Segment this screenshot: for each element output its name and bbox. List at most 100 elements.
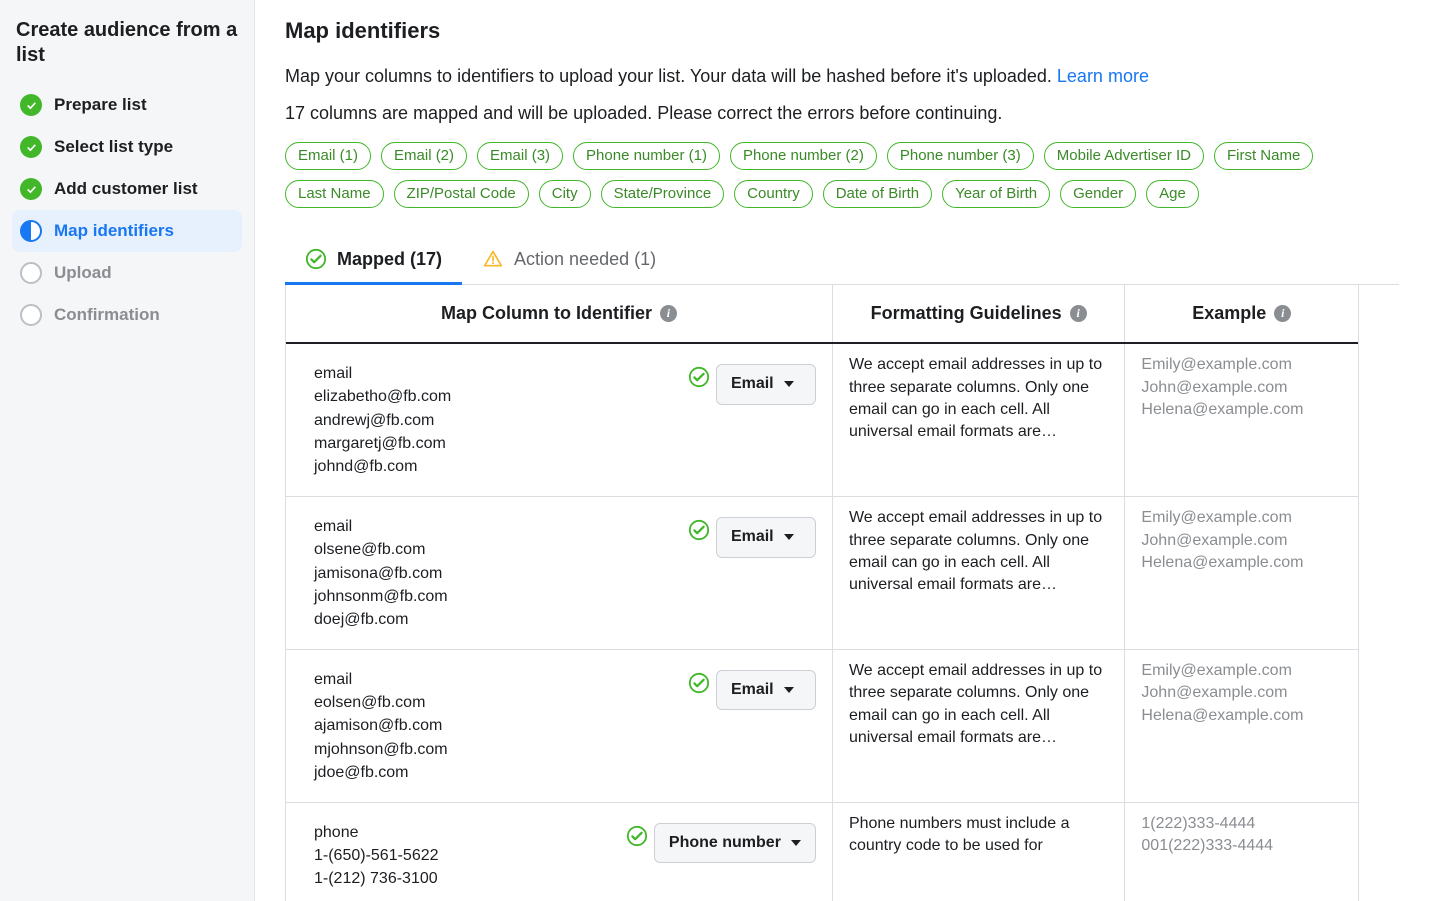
sample-value: jamisona@fb.com [314,562,682,585]
tab-mapped[interactable]: Mapped (17) [285,236,462,285]
source-column-name: email [314,668,682,691]
step-add-customer-list[interactable]: Add customer list [12,168,242,210]
identifier-pill[interactable]: First Name [1214,142,1313,170]
sample-value: 1-(650)-561-5622 [314,844,620,867]
description-text: Map your columns to identifiers to uploa… [285,66,1057,86]
step-label: Confirmation [54,305,160,325]
column-header-guidelines: Formatting Guidelines i [833,285,1125,342]
tabs: Mapped (17) Action needed (1) [285,236,1399,285]
step-label: Upload [54,263,112,283]
column-header-map: Map Column to Identifier i [286,285,833,342]
identifier-selector-wrap: Email [716,362,816,404]
identifier-selector[interactable]: Phone number [654,823,816,863]
identifier-selector[interactable]: Email [716,364,816,404]
sidebar-title: Create audience from a list [12,18,242,84]
chevron-down-icon [791,840,801,846]
cell-example: Emily@example.comJohn@example.comHelena@… [1125,344,1358,496]
learn-more-link[interactable]: Learn more [1057,66,1149,86]
source-column-name: phone [314,821,620,844]
column-sample-values: phone1-(650)-561-56221-(212) 736-3100 [302,821,620,891]
identifier-pill[interactable]: Year of Birth [942,180,1050,208]
identifier-pill[interactable]: Phone number (2) [730,142,877,170]
main-content: Map identifiers Map your columns to iden… [255,0,1429,901]
identifier-pill[interactable]: Mobile Advertiser ID [1044,142,1204,170]
step-select-list-type[interactable]: Select list type [12,126,242,168]
checkmark-circle-icon [620,821,654,847]
step-confirmation[interactable]: Confirmation [12,294,242,336]
cell-example: Emily@example.comJohn@example.comHelena@… [1125,650,1358,802]
identifier-pill[interactable]: Phone number (3) [887,142,1034,170]
table-row: emailolsene@fb.comjamisona@fb.comjohnson… [286,497,1358,650]
tab-action-needed-label: Action needed (1) [514,249,656,270]
checkmark-circle-icon [305,248,327,270]
identifier-pill[interactable]: ZIP/Postal Code [394,180,529,208]
page-title: Map identifiers [285,18,1399,44]
identifier-selector-label: Email [731,373,774,395]
identifier-selector[interactable]: Email [716,670,816,710]
example-value: Emily@example.com [1141,507,1342,529]
page-description: Map your columns to identifiers to uploa… [285,64,1399,89]
example-value: Helena@example.com [1141,399,1342,421]
table-row: emailelizabetho@fb.comandrewj@fb.commarg… [286,344,1358,497]
mapping-status-text: 17 columns are mapped and will be upload… [285,103,1399,124]
cell-example: 1(222)333-4444001(222)333-4444 [1125,803,1358,901]
sidebar: Create audience from a list Prepare list… [0,0,255,901]
cell-formatting-guidelines: Phone numbers must include a country cod… [833,803,1125,901]
cell-formatting-guidelines: We accept email addresses in up to three… [833,497,1125,649]
example-value: Helena@example.com [1141,552,1342,574]
column-sample-values: emailelizabetho@fb.comandrewj@fb.commarg… [302,362,682,478]
identifier-pill[interactable]: Country [734,180,813,208]
sample-value: mjohnson@fb.com [314,738,682,761]
checkmark-circle-icon [682,515,716,541]
checkmark-circle-icon [20,94,42,116]
chevron-down-icon [784,687,794,693]
identifier-pill[interactable]: Phone number (1) [573,142,720,170]
column-header-example: Example i [1125,285,1358,342]
table-row: phone1-(650)-561-56221-(212) 736-3100 Pho… [286,803,1358,901]
info-icon[interactable]: i [660,305,677,322]
identifier-selector-label: Email [731,526,774,548]
identifier-pill[interactable]: State/Province [601,180,725,208]
tab-mapped-label: Mapped (17) [337,249,442,270]
column-sample-values: emailolsene@fb.comjamisona@fb.comjohnson… [302,515,682,631]
sample-value: olsene@fb.com [314,538,682,561]
sample-value: jdoe@fb.com [314,761,682,784]
empty-circle-icon [20,304,42,326]
identifier-pill[interactable]: Email (1) [285,142,371,170]
tab-action-needed[interactable]: Action needed (1) [462,236,676,285]
info-icon[interactable]: i [1274,305,1291,322]
identifier-selector[interactable]: Email [716,517,816,557]
warning-triangle-icon [482,248,504,270]
cell-map-column: emaileolsen@fb.comajamison@fb.commjohnso… [286,650,833,802]
column-header-example-label: Example [1192,303,1266,324]
cell-formatting-guidelines: We accept email addresses in up to three… [833,344,1125,496]
identifier-pill[interactable]: Age [1146,180,1199,208]
example-value: John@example.com [1141,530,1342,552]
step-label: Select list type [54,137,173,157]
sample-value: elizabetho@fb.com [314,385,682,408]
mapping-table: Map Column to Identifier i Formatting Gu… [285,285,1359,901]
table-header-row: Map Column to Identifier i Formatting Gu… [286,285,1358,344]
example-value: 1(222)333-4444 [1141,813,1342,835]
chevron-down-icon [784,534,794,540]
info-icon[interactable]: i [1070,305,1087,322]
sample-value: margaretj@fb.com [314,432,682,455]
step-label: Prepare list [54,95,147,115]
source-column-name: email [314,362,682,385]
sample-value: doej@fb.com [314,608,682,631]
example-value: Helena@example.com [1141,705,1342,727]
step-map-identifiers[interactable]: Map identifiers [12,210,242,252]
identifier-pill[interactable]: Date of Birth [823,180,932,208]
checkmark-circle-icon [682,362,716,388]
identifier-pill[interactable]: Email (2) [381,142,467,170]
identifier-pill[interactable]: Email (3) [477,142,563,170]
step-prepare-list[interactable]: Prepare list [12,84,242,126]
column-header-guidelines-label: Formatting Guidelines [871,303,1062,324]
identifier-pill[interactable]: Last Name [285,180,384,208]
identifier-pill[interactable]: Gender [1060,180,1136,208]
step-upload[interactable]: Upload [12,252,242,294]
checkmark-circle-icon [20,178,42,200]
identifier-pill[interactable]: City [539,180,591,208]
source-column-name: email [314,515,682,538]
checkmark-circle-icon [20,136,42,158]
